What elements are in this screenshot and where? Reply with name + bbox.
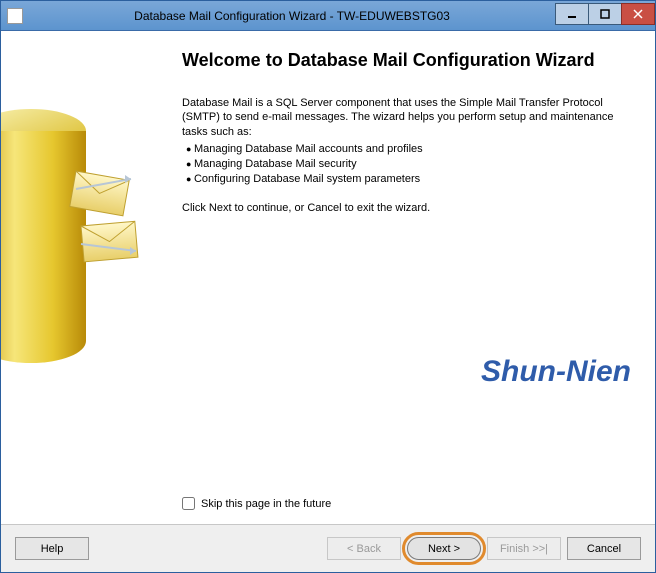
back-button: < Back (327, 537, 401, 560)
close-button[interactable] (621, 3, 655, 25)
watermark-text: Shun-Nien (481, 355, 631, 389)
skip-page-label: Skip this page in the future (201, 498, 331, 510)
skip-page-checkbox[interactable] (182, 497, 195, 510)
wizard-body: Welcome to Database Mail Configuration W… (1, 31, 655, 524)
skip-page-row[interactable]: Skip this page in the future (182, 497, 331, 510)
help-button[interactable]: Help (15, 537, 89, 560)
wizard-footer: Help < Back Next > Finish >>| Cancel (1, 524, 655, 572)
titlebar: Database Mail Configuration Wizard - TW-… (1, 1, 655, 31)
wizard-content: Welcome to Database Mail Configuration W… (166, 31, 655, 524)
maximize-button[interactable] (588, 3, 622, 25)
minimize-button[interactable] (555, 3, 589, 25)
page-heading: Welcome to Database Mail Configuration W… (182, 49, 631, 72)
task-list: Managing Database Mail accounts and prof… (182, 142, 631, 187)
task-item: Configuring Database Mail system paramet… (186, 172, 631, 187)
continue-hint: Click Next to continue, or Cancel to exi… (182, 201, 631, 216)
database-mail-icon (1, 61, 166, 401)
next-button[interactable]: Next > (407, 537, 481, 560)
cancel-button[interactable]: Cancel (567, 537, 641, 560)
finish-button: Finish >>| (487, 537, 561, 560)
intro-text: Database Mail is a SQL Server component … (182, 96, 631, 141)
app-icon (7, 8, 23, 24)
window-controls (555, 7, 655, 25)
wizard-window: Database Mail Configuration Wizard - TW-… (0, 0, 656, 573)
task-item: Managing Database Mail accounts and prof… (186, 142, 631, 157)
wizard-sidebar-graphic (1, 31, 166, 524)
window-title: Database Mail Configuration Wizard - TW-… (29, 9, 555, 23)
task-item: Managing Database Mail security (186, 157, 631, 172)
